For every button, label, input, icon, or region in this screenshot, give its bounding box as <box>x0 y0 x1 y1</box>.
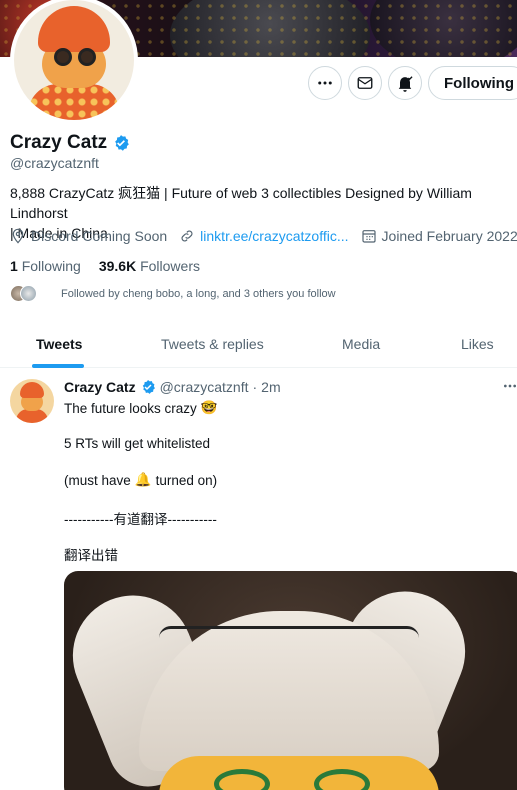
message-button[interactable] <box>348 66 382 100</box>
following-button[interactable]: Following <box>428 66 517 100</box>
profile-link[interactable]: linktr.ee/crazycatzoffic... <box>200 228 348 244</box>
tweet-media-image[interactable] <box>64 571 517 790</box>
location-icon <box>12 228 24 244</box>
tweet-line: 5 RTs will get whitelisted <box>64 436 210 451</box>
location-text: Discord Coming Soon <box>31 228 168 244</box>
profile-stats: 1 Following 39.6K Followers <box>10 258 200 274</box>
link-icon <box>181 230 193 242</box>
tweet-header: Crazy Catz @crazycatznft · 2m <box>64 379 281 395</box>
joined-item: Joined February 2022 <box>361 228 517 244</box>
tab-tweets[interactable]: Tweets <box>36 336 82 352</box>
profile-meta: Discord Coming Soon linktr.ee/crazycatzo… <box>10 228 517 244</box>
notifications-button[interactable] <box>388 66 422 100</box>
tab-likes[interactable]: Likes <box>461 336 494 352</box>
tweet-avatar[interactable] <box>10 379 54 423</box>
profile-avatar[interactable] <box>10 0 138 124</box>
link-item[interactable]: linktr.ee/crazycatzoffic... <box>179 228 349 244</box>
followers-label: Followers <box>140 258 200 274</box>
followed-by-row[interactable]: Followed by cheng bobo, a long, and 3 ot… <box>10 285 336 302</box>
avatar <box>20 285 37 302</box>
tweet-line: (must have 🔔 turned on) <box>64 472 217 488</box>
verified-icon <box>142 380 155 394</box>
followers-stat[interactable]: 39.6K Followers <box>99 258 200 274</box>
more-icon <box>318 81 332 85</box>
profile-tabs: Tweets Tweets & replies Media Likes <box>0 322 517 368</box>
notification-icon <box>398 76 413 92</box>
more-icon <box>504 384 516 388</box>
following-stat[interactable]: 1 Following <box>10 258 81 274</box>
active-tab-indicator <box>32 364 84 368</box>
profile-handle: @crazycatznft <box>10 155 99 171</box>
tweet-time[interactable]: 2m <box>261 379 280 395</box>
bell-emoji: 🔔 <box>134 472 152 487</box>
nerd-face-emoji: 🤓 <box>200 400 218 415</box>
tweet-text: The future looks crazy <box>64 400 197 416</box>
translation-divider: -----------有道翻译----------- <box>64 512 217 527</box>
joined-text: Joined February 2022 <box>381 228 517 244</box>
bio-line: 8,888 CrazyCatz 疯狂猫 | Future of web 3 co… <box>10 185 472 221</box>
tweet-dot: · <box>252 379 258 395</box>
tweet-text: (must have <box>64 472 131 488</box>
tweet-more-button[interactable] <box>502 378 517 399</box>
following-label: Following <box>21 258 81 274</box>
mail-icon <box>357 77 373 89</box>
tweet-author-handle[interactable]: @crazycatznft <box>160 379 249 395</box>
following-count: 1 <box>10 258 18 274</box>
tweet-line: The future looks crazy 🤓 <box>64 400 218 416</box>
tweet-line: -----------有道翻译----------- <box>64 508 217 528</box>
tweet-text: turned on) <box>155 472 218 488</box>
calendar-icon <box>361 230 376 243</box>
location-item: Discord Coming Soon <box>10 228 167 244</box>
tab-media[interactable]: Media <box>342 336 380 352</box>
profile-name-row: Crazy Catz <box>10 132 130 154</box>
tab-tweets-replies[interactable]: Tweets & replies <box>161 336 264 352</box>
tweet-line: 翻译出错 <box>64 544 118 564</box>
translation-error: 翻译出错 <box>64 548 118 563</box>
profile-name: Crazy Catz <box>10 132 108 153</box>
more-button[interactable] <box>308 66 342 100</box>
followers-count: 39.6K <box>98 258 137 274</box>
followed-by-text: Followed by cheng bobo, a long, and 3 ot… <box>61 287 336 300</box>
tweet-author-name[interactable]: Crazy Catz <box>64 379 136 395</box>
verified-icon <box>115 135 129 151</box>
tweet-text: 5 RTs will get whitelisted <box>64 436 211 451</box>
